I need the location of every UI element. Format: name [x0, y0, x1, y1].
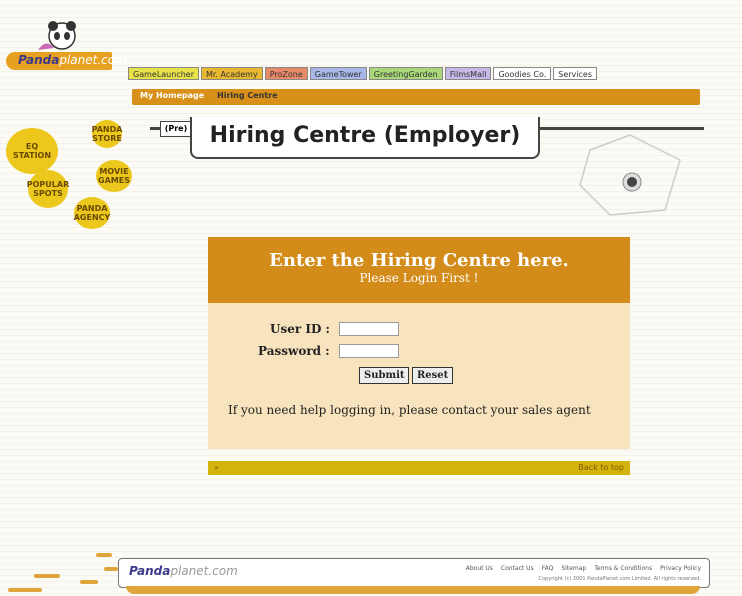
logo-text: Pandaplanet.com [18, 53, 127, 67]
main-nav: GameLauncher Mr. Academy ProZone GameTower G… [128, 67, 597, 80]
breadcrumb-bar: My Homepage Hiring Centre [132, 89, 700, 105]
footer-links: About Us Contact Us FAQ Sitemap Terms & Cond… [466, 565, 701, 572]
nav-tab-gametower[interactable]: GameTower [309, 67, 367, 80]
breadcrumb-current: Hiring Centre [217, 91, 278, 100]
eq-station-link[interactable]: EQ STATION [6, 128, 58, 174]
breadcrumb: My Homepage Hiring Centre [140, 91, 278, 100]
nav-tab-mr-academy[interactable]: Mr. Academy [201, 67, 263, 80]
nav-tab-goodies-co[interactable]: Goodies Co. [493, 67, 552, 80]
decor-dash [96, 553, 112, 557]
submit-button[interactable]: Submit [359, 367, 410, 384]
page-title: Hiring Centre (Employer) [209, 123, 521, 148]
copyright: Copyright (c) 2001 PandaPlanet.com Limit… [538, 576, 701, 582]
popular-spots-link[interactable]: POPULAR SPOTS [27, 170, 69, 208]
footer-link[interactable]: About Us [466, 565, 493, 572]
footer-link[interactable]: Terms & Conditions [594, 565, 652, 572]
reset-button[interactable]: Reset [412, 367, 454, 384]
decor-dash [34, 574, 60, 578]
user-id-input[interactable] [339, 322, 399, 336]
password-label: Password : [258, 344, 330, 358]
breadcrumb-home[interactable]: My Homepage [140, 91, 204, 100]
nav-tab-greetinggarden[interactable]: GreetingGarden [368, 67, 443, 80]
decorative-machine-icon [579, 134, 681, 216]
movie-games-link[interactable]: MOVIE GAMES [96, 160, 132, 192]
login-subheading: Please Login First ! [359, 271, 479, 285]
panda-agency-link[interactable]: PANDA AGENCY [74, 197, 110, 229]
panda-store-link[interactable]: PANDA STORE [92, 120, 122, 148]
footer-link[interactable]: Privacy Policy [660, 565, 701, 572]
nav-tab-prozone[interactable]: ProZone [264, 67, 308, 80]
user-id-label: User ID : [270, 322, 330, 336]
login-heading: Enter the Hiring Centre here. [269, 250, 569, 271]
site-footer: Pandaplanet.com About Us Contact Us FAQ Sit… [118, 558, 710, 588]
bar-arrow: » [214, 463, 219, 472]
site-logo[interactable]: Pandaplanet.com [6, 20, 127, 80]
nav-tab-filmsmall[interactable]: FilmsMall [444, 67, 492, 80]
footer-link[interactable]: FAQ [542, 565, 554, 572]
panda-mascot-icon [38, 21, 76, 50]
login-help-text: If you need help logging in, please cont… [228, 403, 591, 417]
panel-footer-bar: » Back to top [208, 461, 630, 475]
footer-link[interactable]: Sitemap [561, 565, 586, 572]
decor-dash [104, 567, 118, 571]
login-header: Enter the Hiring Centre here. Please Log… [208, 237, 630, 303]
decor-dash [80, 580, 98, 584]
footer-band [126, 586, 700, 594]
login-panel: Enter the Hiring Centre here. Please Log… [208, 237, 630, 449]
footer-link[interactable]: Contact Us [501, 565, 534, 572]
decor-dash [8, 588, 42, 592]
password-input[interactable] [339, 344, 399, 358]
page-ticket: (Pre) [160, 121, 192, 137]
page-title-frame: Hiring Centre (Employer) [190, 117, 540, 159]
back-to-top-link[interactable]: Back to top [578, 463, 624, 472]
nav-tab-services[interactable]: Services [553, 67, 597, 80]
nav-tab-gamelauncher[interactable]: GameLauncher [128, 67, 199, 80]
footer-logo[interactable]: Pandaplanet.com [129, 564, 238, 578]
